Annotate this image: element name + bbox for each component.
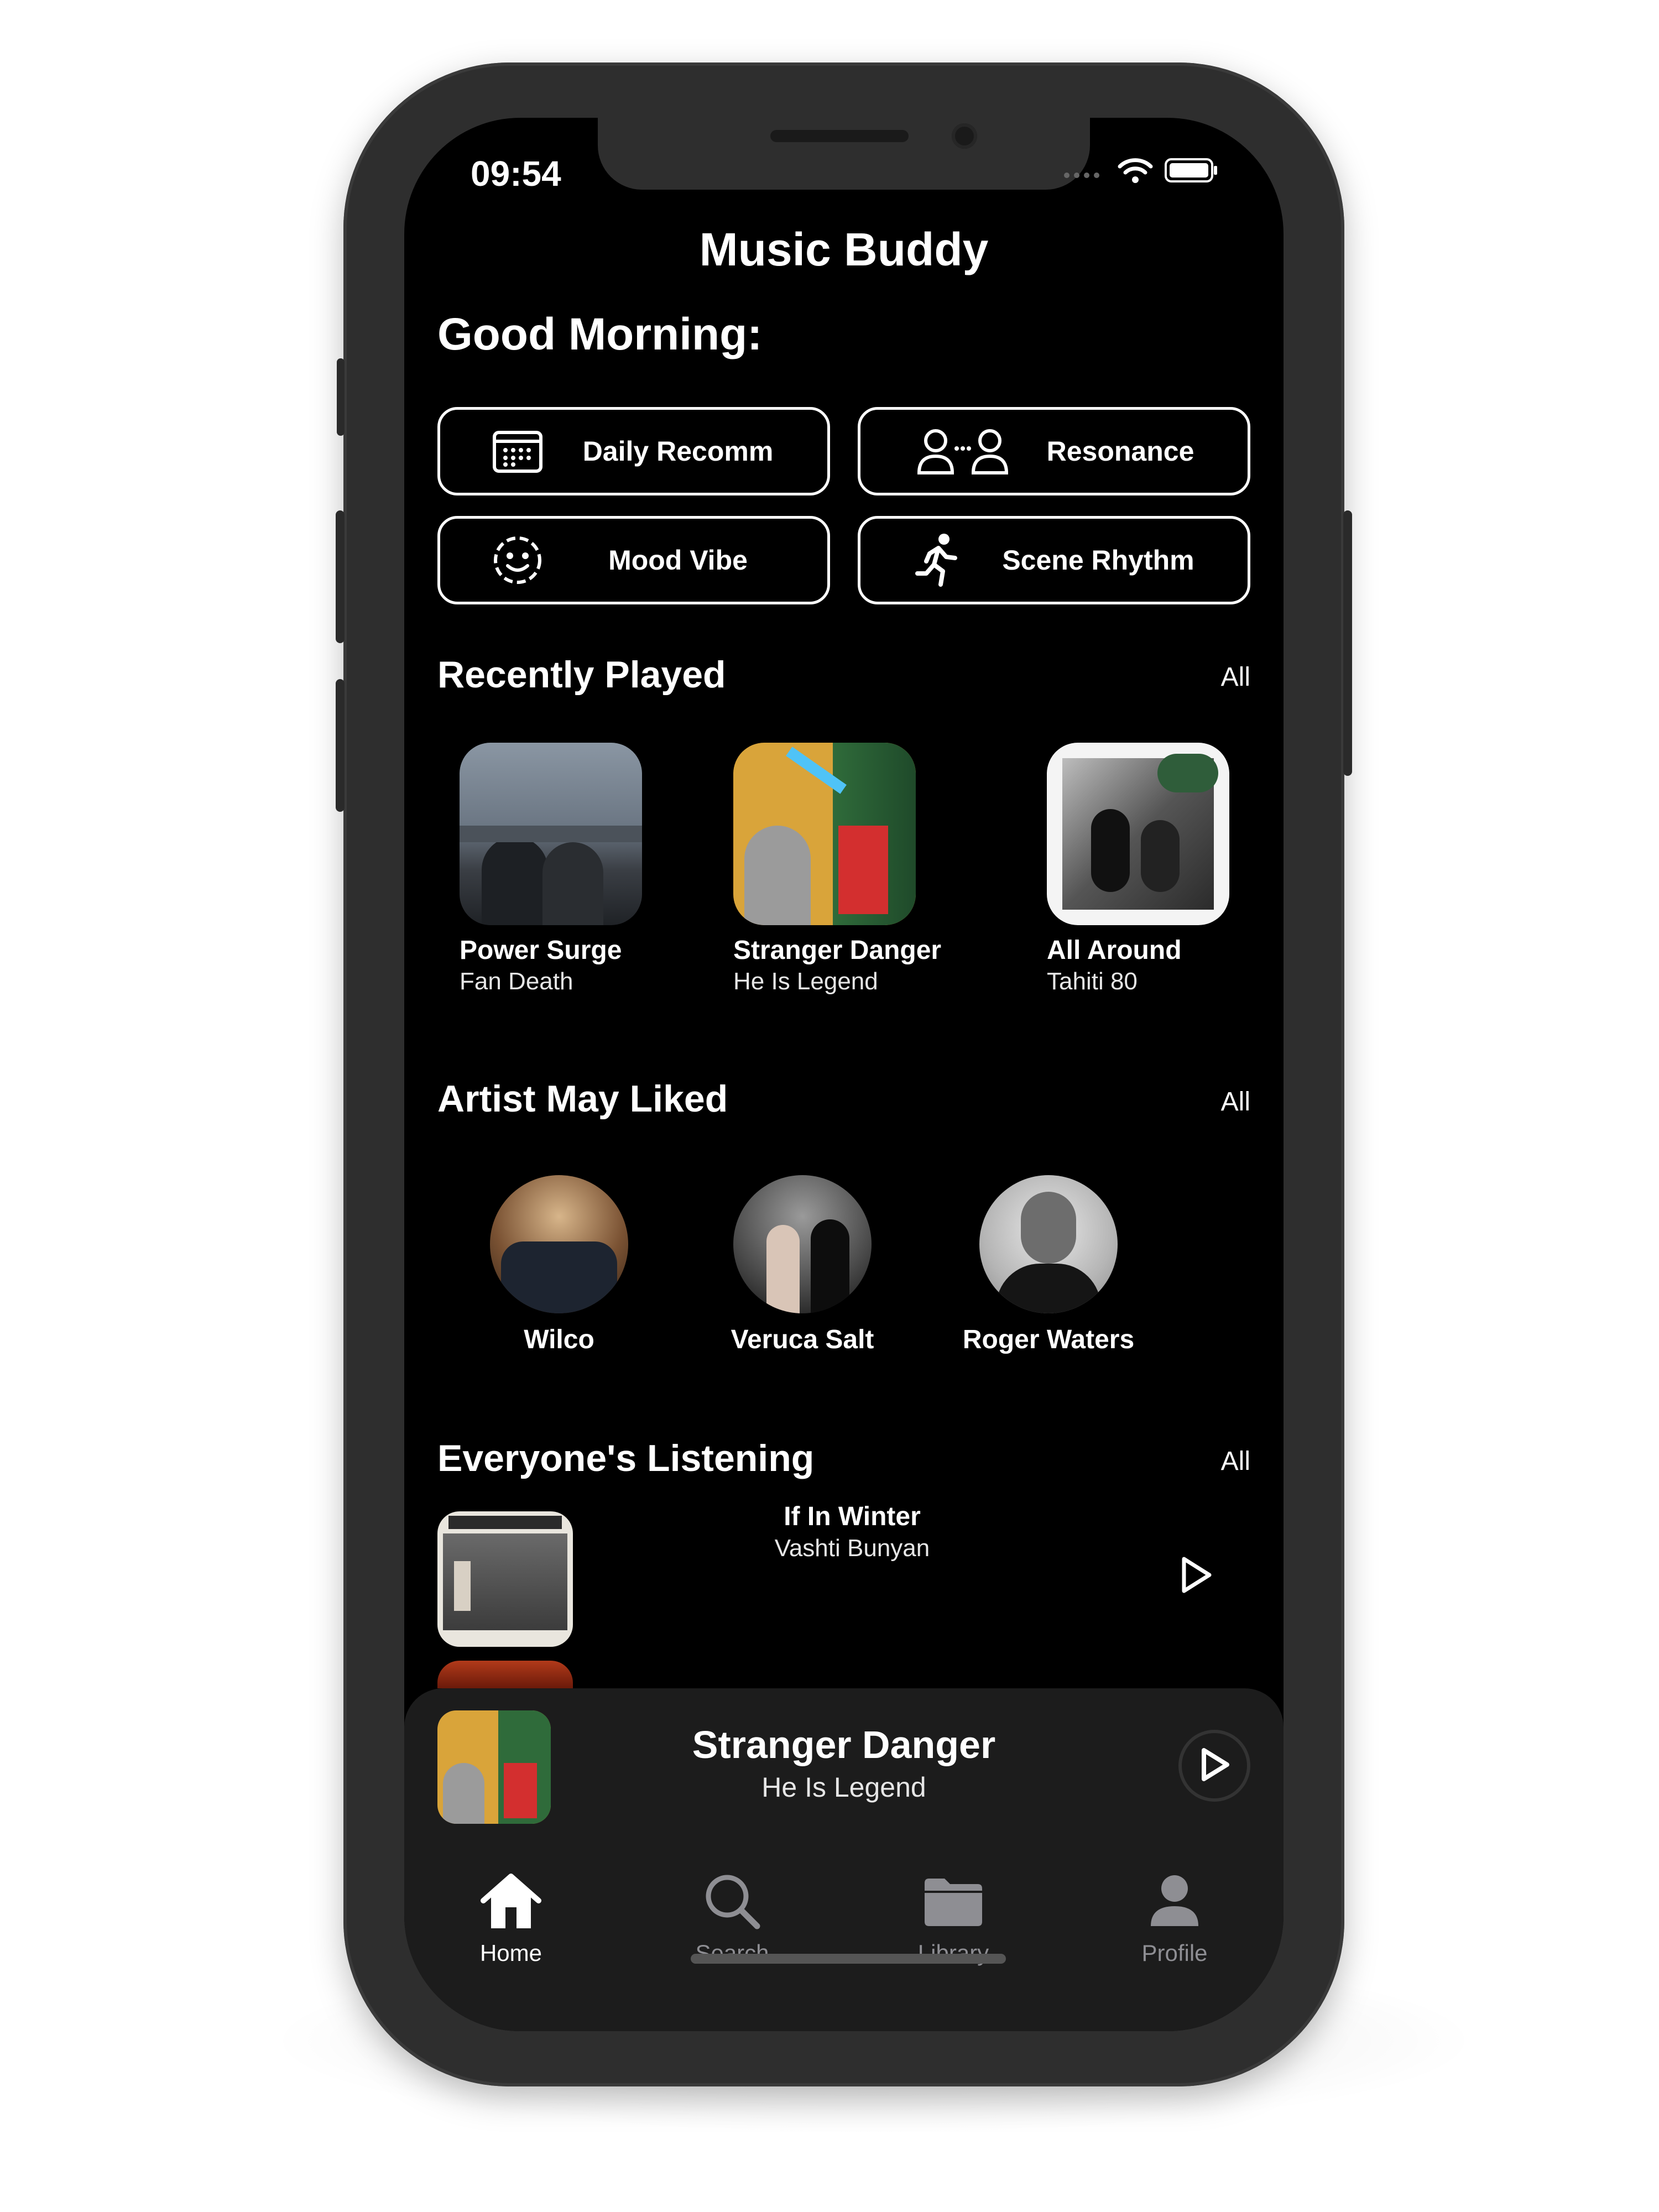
album-art: [1047, 743, 1229, 925]
mini-player[interactable]: Stranger Danger He Is Legend: [404, 1688, 1284, 1849]
status-time: 09:54: [471, 154, 561, 194]
recently-played-all-link[interactable]: All: [1221, 662, 1250, 692]
artist-avatar: [490, 1175, 628, 1313]
tab-home[interactable]: Home: [428, 1871, 594, 1966]
volume-down-button: [336, 679, 345, 812]
daily-recomm-label: Daily Recomm: [582, 436, 774, 467]
resonance-button[interactable]: Resonance: [858, 407, 1250, 495]
people-icon: [916, 424, 1010, 479]
artist-wilco[interactable]: Wilco: [460, 1175, 659, 1355]
track-title: All Around: [1047, 936, 1182, 965]
everyone-all-link[interactable]: All: [1221, 1446, 1250, 1477]
volume-up-button: [336, 510, 345, 643]
scene-rhythm-label: Scene Rhythm: [1002, 545, 1194, 576]
now-playing-artist: He Is Legend: [761, 1772, 926, 1803]
smiley-icon: [490, 533, 545, 588]
artist-name: Roger Waters: [962, 1325, 1135, 1354]
tab-search[interactable]: Search: [649, 1871, 815, 1966]
app-title: Music Buddy: [699, 223, 989, 275]
mood-vibe-label: Mood Vibe: [608, 545, 748, 576]
track-title: Stranger Danger: [733, 936, 942, 965]
status-icons: [1062, 156, 1219, 187]
track-title: Power Surge: [460, 936, 622, 965]
scene-rhythm-button[interactable]: Scene Rhythm: [858, 516, 1250, 604]
play-icon: [1198, 1747, 1230, 1785]
everyone-section-title: Everyone's Listening: [437, 1437, 815, 1479]
tab-label: Home: [479, 1940, 542, 1966]
home-icon: [478, 1874, 544, 1934]
mood-vibe-button[interactable]: Mood Vibe: [437, 516, 830, 604]
recent-card-power-surge[interactable]: Power Surge Fan Death: [460, 743, 642, 995]
folder-icon: [920, 1879, 987, 1934]
artist-avatar: [979, 1175, 1118, 1313]
running-icon: [910, 533, 966, 588]
mute-switch: [337, 358, 345, 436]
tab-profile[interactable]: Profile: [1092, 1871, 1258, 1966]
listening-art-next[interactable]: [437, 1661, 573, 1688]
front-camera: [952, 123, 977, 149]
artist-name: Veruca Salt: [731, 1325, 874, 1354]
track-artist: He Is Legend: [733, 968, 878, 995]
tab-label: Profile: [1141, 1940, 1208, 1966]
greeting: Good Morning:: [437, 309, 763, 359]
play-icon: [1178, 1557, 1214, 1597]
album-art: [460, 743, 642, 925]
artist-veruca-salt[interactable]: Veruca Salt: [703, 1175, 902, 1355]
calendar-icon: [490, 424, 545, 479]
artist-name: Wilco: [524, 1325, 594, 1354]
track-artist: Fan Death: [460, 968, 573, 995]
app-screen: 09:54 Music Buddy Good Morning: Daily Re…: [404, 118, 1284, 2031]
signal-icon: [1062, 162, 1107, 181]
listening-artist: Vashti Bunyan: [774, 1535, 930, 1562]
mini-player-play-button[interactable]: [1178, 1730, 1250, 1802]
notch: [598, 118, 1090, 190]
now-playing-title: Stranger Danger: [692, 1723, 996, 1766]
resonance-label: Resonance: [1046, 436, 1194, 467]
artist-roger-waters[interactable]: Roger Waters: [949, 1175, 1148, 1355]
person-icon: [1144, 1875, 1205, 1934]
tab-library[interactable]: Library: [870, 1871, 1036, 1966]
recent-card-stranger-danger[interactable]: Stranger Danger He Is Legend: [733, 743, 942, 995]
artist-avatar: [733, 1175, 872, 1313]
artists-all-link[interactable]: All: [1221, 1087, 1250, 1117]
tab-bar: Home Search Library Profile: [404, 1849, 1284, 2031]
album-art: [733, 743, 916, 925]
earpiece: [770, 130, 909, 142]
search-icon: [702, 1875, 763, 1934]
listening-title: If In Winter: [784, 1502, 921, 1531]
listening-play-button[interactable]: [1178, 1556, 1214, 1597]
phone-frame: 09:54 Music Buddy Good Morning: Daily Re…: [336, 62, 1352, 2086]
wifi-icon: [1118, 156, 1153, 187]
track-artist: Tahiti 80: [1047, 968, 1138, 995]
recently-played-title: Recently Played: [437, 654, 726, 696]
power-button: [1343, 510, 1352, 776]
daily-recomm-button[interactable]: Daily Recomm: [437, 407, 830, 495]
artists-section-title: Artist May Liked: [437, 1078, 728, 1120]
listening-art-if-in-winter[interactable]: [437, 1511, 573, 1647]
recent-card-all-around[interactable]: All Around Tahiti 80: [1047, 743, 1229, 995]
home-indicator: [691, 1954, 1006, 1964]
battery-icon: [1164, 158, 1219, 186]
